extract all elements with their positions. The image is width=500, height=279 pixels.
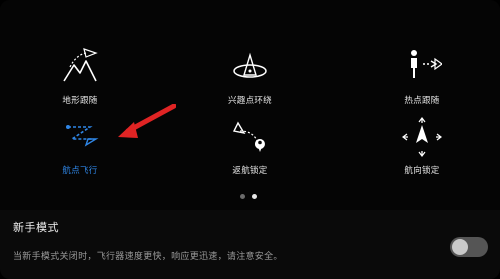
novice-mode-toggle[interactable] xyxy=(450,237,488,257)
page-dot-current[interactable] xyxy=(252,194,257,199)
novice-mode-title: 新手模式 xyxy=(13,221,59,234)
mode-terrain-follow[interactable]: 地形跟随 xyxy=(30,47,130,117)
mode-label: 返航锁定 xyxy=(232,166,268,176)
toggle-knob xyxy=(452,239,468,255)
hotspot-follow-icon xyxy=(411,50,442,78)
mode-waypoint-flight[interactable]: 航点飞行 xyxy=(30,117,130,187)
page-dot[interactable] xyxy=(240,194,245,199)
mode-label: 地形跟随 xyxy=(62,96,98,106)
mode-return-home-lock[interactable]: 返航锁定 xyxy=(200,117,300,187)
poi-orbit-icon xyxy=(233,52,267,78)
mode-label: 航点飞行 xyxy=(62,166,98,176)
page-indicator xyxy=(240,194,260,200)
waypoint-flight-icon xyxy=(66,125,99,147)
flight-mode-panel: 地形跟随 兴趣点环绕 热点跟随 航点飞行 返航锁定 航向锁定 新手模式 当新手模… xyxy=(0,0,500,279)
course-lock-icon xyxy=(402,117,442,157)
mode-hotspot-follow[interactable]: 热点跟随 xyxy=(372,47,472,117)
mode-label: 热点跟随 xyxy=(404,96,440,106)
return-home-lock-icon xyxy=(232,121,265,152)
annotation-arrow xyxy=(118,104,176,138)
mode-poi-orbit[interactable]: 兴趣点环绕 xyxy=(200,47,300,117)
mode-label: 航向锁定 xyxy=(404,166,440,176)
terrain-follow-icon xyxy=(63,48,98,82)
mode-label: 兴趣点环绕 xyxy=(227,96,272,106)
novice-mode-description: 当新手模式关闭时，飞行器速度更快，响应更迅速，请注意安全。 xyxy=(13,252,283,262)
mode-course-lock[interactable]: 航向锁定 xyxy=(372,117,472,187)
